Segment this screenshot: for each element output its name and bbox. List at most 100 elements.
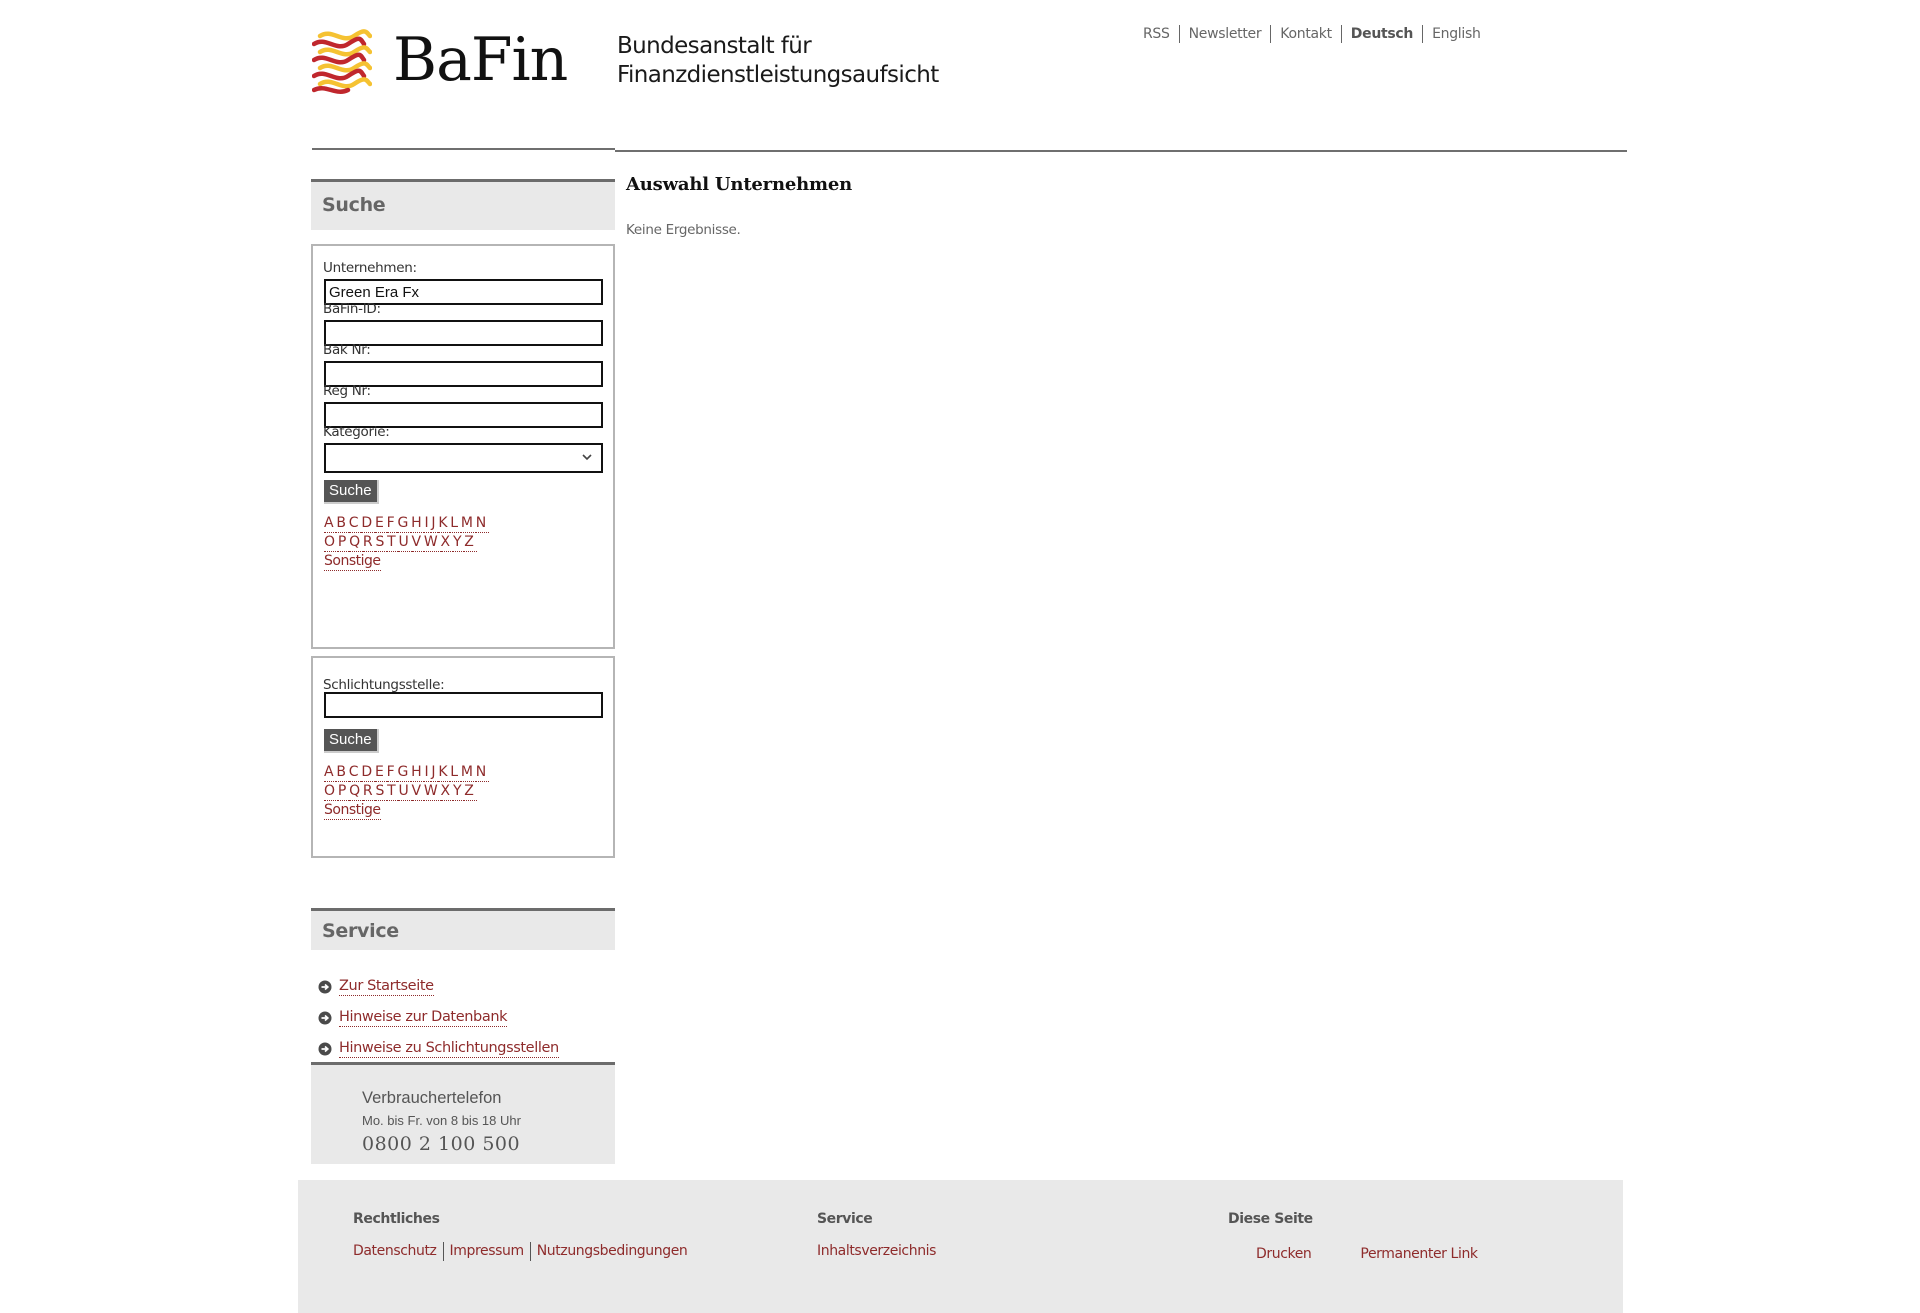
bafin-logo-text[interactable]: BaFin	[393, 22, 568, 98]
arbitration-input[interactable]	[324, 692, 603, 718]
company-search-form: Unternehmen: BaFin-ID: Bak Nr: Reg Nr: K…	[311, 244, 615, 649]
nav-rss[interactable]: RSS	[1143, 25, 1179, 43]
alphabet-letter-e[interactable]: E	[374, 763, 387, 782]
search-panel-header: Suche	[311, 179, 615, 230]
alphabet-letter-k[interactable]: K	[438, 514, 451, 533]
service-links: Zur Startseite Hinweise zur Datenbank Hi…	[318, 971, 559, 1064]
alphabet-letter-o[interactable]: O	[324, 782, 338, 801]
alphabet-letter-c[interactable]: C	[348, 514, 362, 533]
header-divider-right	[615, 150, 1627, 152]
alphabet-letter-v[interactable]: V	[411, 533, 424, 552]
nav-deutsch[interactable]: Deutsch	[1340, 25, 1422, 43]
alphabet-letter-o[interactable]: O	[324, 533, 338, 552]
alphabet-letter-g[interactable]: G	[397, 514, 412, 533]
alphabet-letter-l[interactable]: L	[450, 514, 461, 533]
alphabet-letter-x[interactable]: X	[440, 533, 453, 552]
alphabet-letter-w[interactable]: W	[423, 533, 441, 552]
footer-link-drucken[interactable]: Drucken	[1256, 1245, 1312, 1264]
alphabet-letter-a[interactable]: A	[324, 514, 337, 533]
footer-link-impressum[interactable]: Impressum	[442, 1242, 530, 1261]
alphabet-row-2: OPQRSTUVWXYZ	[324, 782, 489, 801]
footer-link-permanenter-link[interactable]: Permanenter Link	[1360, 1245, 1478, 1264]
alphabet-letter-s[interactable]: S	[375, 533, 388, 552]
alphabet-letter-g[interactable]: G	[397, 763, 412, 782]
company-search-button[interactable]: Suche	[324, 480, 379, 504]
top-navigation: RSS Newsletter Kontakt Deutsch English	[1143, 25, 1490, 43]
footer-link-inhaltsverzeichnis[interactable]: Inhaltsverzeichnis	[817, 1242, 936, 1261]
alphabet-letter-n[interactable]: N	[475, 514, 490, 533]
arbitration-search-button[interactable]: Suche	[324, 729, 379, 753]
alphabet-letter-t[interactable]: T	[387, 782, 399, 801]
bafin-id-label: BaFin-ID:	[323, 301, 381, 317]
bafin-logo-waves-icon[interactable]	[311, 28, 373, 94]
alphabet-letter-t[interactable]: T	[387, 533, 399, 552]
alphabet-letter-q[interactable]: Q	[349, 533, 363, 552]
alphabet-letter-j[interactable]: J	[431, 763, 439, 782]
alphabet-letter-p[interactable]: P	[337, 533, 350, 552]
alphabet-other-link[interactable]: Sonstige	[324, 801, 381, 820]
footer-link-datenschutz[interactable]: Datenschutz	[353, 1242, 443, 1261]
alphabet-letter-f[interactable]: F	[386, 514, 398, 533]
arbitration-label: Schlichtungsstelle:	[323, 677, 445, 693]
nav-english[interactable]: English	[1422, 25, 1489, 43]
consumer-phone-box: Verbrauchertelefon Mo. bis Fr. von 8 bis…	[311, 1062, 615, 1164]
arrow-circle-right-icon	[318, 1011, 332, 1024]
alphabet-letter-e[interactable]: E	[374, 514, 387, 533]
nav-newsletter[interactable]: Newsletter	[1178, 25, 1271, 43]
page-title: Auswahl Unternehmen	[626, 174, 852, 195]
alphabet-letter-h[interactable]: H	[411, 514, 425, 533]
alphabet-letter-x[interactable]: X	[440, 782, 453, 801]
phone-number: 0800 2 100 500	[362, 1133, 521, 1155]
alphabet-letter-f[interactable]: F	[386, 763, 398, 782]
alphabet-letter-j[interactable]: J	[431, 514, 439, 533]
alphabet-letter-u[interactable]: U	[398, 533, 412, 552]
alphabet-letter-m[interactable]: M	[460, 763, 476, 782]
alphabet-letter-c[interactable]: C	[348, 763, 362, 782]
footer-legal-title: Rechtliches	[353, 1211, 440, 1227]
arbitration-search-form: Schlichtungsstelle: Suche ABCDEFGHIJKLMN…	[311, 656, 615, 858]
alphabet-letter-s[interactable]: S	[375, 782, 388, 801]
alphabet-letter-z[interactable]: Z	[464, 533, 477, 552]
alphabet-letter-a[interactable]: A	[324, 763, 337, 782]
alphabet-letter-k[interactable]: K	[438, 763, 451, 782]
alphabet-letter-w[interactable]: W	[423, 782, 441, 801]
category-select[interactable]	[324, 443, 603, 473]
footer-legal-links: Datenschutz Impressum Nutzungsbedingunge…	[353, 1242, 693, 1261]
alphabet-letter-d[interactable]: D	[361, 763, 375, 782]
alphabet-letter-b[interactable]: B	[336, 514, 349, 533]
footer-link-nutzungsbedingungen[interactable]: Nutzungsbedingungen	[529, 1242, 694, 1261]
alphabet-letter-y[interactable]: Y	[452, 533, 465, 552]
service-link-startseite[interactable]: Zur Startseite	[339, 977, 434, 996]
logo-subtitle-line1: Bundesanstalt für	[617, 33, 812, 59]
footer-page-title: Diese Seite	[1228, 1211, 1313, 1227]
alphabet-letter-l[interactable]: L	[450, 763, 461, 782]
logo-subtitle-line2: Finanzdienstleistungsaufsicht	[617, 62, 939, 88]
alphabet-letter-u[interactable]: U	[398, 782, 412, 801]
alphabet-other-link[interactable]: Sonstige	[324, 552, 381, 571]
service-link-schlichtungsstellen[interactable]: Hinweise zu Schlichtungsstellen	[339, 1039, 559, 1058]
alphabet-letter-n[interactable]: N	[475, 763, 490, 782]
alphabet-letter-h[interactable]: H	[411, 763, 425, 782]
alphabet-row-1: ABCDEFGHIJKLMN	[324, 763, 490, 782]
alphabet-letter-m[interactable]: M	[460, 514, 476, 533]
alphabet-letter-r[interactable]: R	[362, 533, 376, 552]
alphabet-letter-b[interactable]: B	[336, 763, 349, 782]
chevron-down-icon	[582, 454, 592, 461]
alphabet-letter-z[interactable]: Z	[464, 782, 477, 801]
alphabet-letter-d[interactable]: D	[361, 514, 375, 533]
alphabet-letter-y[interactable]: Y	[452, 782, 465, 801]
service-panel-title: Service	[322, 920, 399, 942]
footer-service-title: Service	[817, 1211, 873, 1227]
category-label: Kategorie:	[323, 424, 390, 440]
arrow-circle-right-icon	[318, 980, 332, 993]
logo-subtitle: Bundesanstalt für Finanzdienstleistungsa…	[617, 32, 939, 90]
no-results-message: Keine Ergebnisse.	[626, 222, 741, 238]
service-link-datenbank[interactable]: Hinweise zur Datenbank	[339, 1008, 508, 1027]
alphabet-letter-v[interactable]: V	[411, 782, 424, 801]
service-panel-header: Service	[311, 908, 615, 950]
alphabet-letter-r[interactable]: R	[362, 782, 376, 801]
alphabet-letter-p[interactable]: P	[337, 782, 350, 801]
alphabet-row-1: ABCDEFGHIJKLMN	[324, 514, 490, 533]
alphabet-letter-q[interactable]: Q	[349, 782, 363, 801]
nav-kontakt[interactable]: Kontakt	[1270, 25, 1341, 43]
